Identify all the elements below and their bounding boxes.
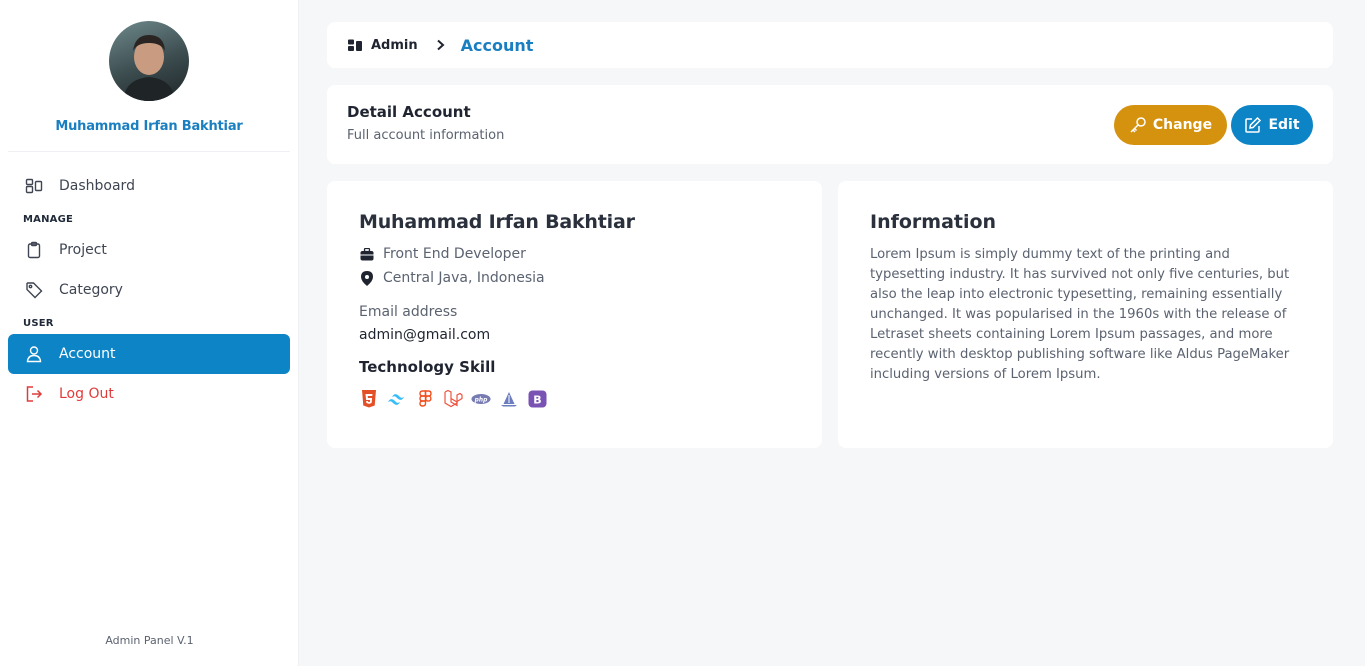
profile-location-text: Central Java, Indonesia — [383, 270, 545, 286]
profile-location: Central Java, Indonesia — [359, 270, 545, 286]
edit-button[interactable]: Edit — [1231, 105, 1313, 145]
profile-card: Muhammad Irfan Bakhtiar Front End Develo… — [327, 181, 822, 448]
page-title: Detail Account — [347, 103, 471, 121]
section-label-manage: MANAGE — [23, 214, 74, 225]
change-button-label: Change — [1152, 117, 1213, 133]
sidebar-item-project[interactable]: Project — [8, 230, 290, 270]
sidebar-item-label: Dashboard — [59, 178, 135, 194]
tech-skill-heading: Technology Skill — [359, 358, 496, 376]
briefcase-icon — [359, 246, 375, 262]
admin-grid-icon — [348, 39, 363, 52]
sidebar-item-label: Category — [59, 282, 123, 298]
sidebar-item-label: Account — [59, 346, 116, 362]
change-button[interactable]: Change — [1114, 105, 1227, 145]
figma-icon — [415, 389, 435, 409]
edit-icon — [1244, 116, 1262, 134]
avatar[interactable] — [109, 21, 189, 101]
information-title: Information — [870, 211, 997, 233]
svg-text:php: php — [474, 397, 488, 403]
breadcrumb-root[interactable]: Admin — [348, 38, 418, 53]
php-icon: php — [471, 389, 491, 409]
tech-skill-list: php B — [359, 389, 555, 409]
information-text: Lorem Ipsum is simply dummy text of the … — [870, 247, 1290, 382]
section-label-user: USER — [23, 318, 54, 329]
map-pin-icon — [359, 270, 375, 286]
laravel-icon — [443, 389, 463, 409]
detail-header: Detail Account Full account information … — [327, 85, 1333, 164]
user-icon — [23, 343, 45, 365]
sidebar-item-label: Log Out — [59, 386, 114, 402]
key-icon — [1129, 116, 1147, 134]
breadcrumb-admin: Admin — [371, 37, 418, 53]
html5-icon — [359, 389, 379, 409]
sidebar-divider — [8, 151, 290, 152]
email-value: admin@gmail.com — [359, 327, 491, 343]
tailwind-icon — [387, 389, 407, 409]
svg-text:B: B — [533, 393, 541, 406]
profile-role: Front End Developer — [359, 246, 526, 262]
profile-name: Muhammad Irfan Bakhtiar — [55, 119, 243, 134]
profile-role-text: Front End Developer — [383, 246, 526, 262]
clipboard-icon — [23, 239, 45, 261]
tag-icon — [23, 279, 45, 301]
edit-button-label: Edit — [1268, 117, 1300, 133]
breadcrumb-current[interactable]: Account — [461, 36, 534, 55]
sidebar-item-label: Project — [59, 242, 107, 258]
app-version: Admin Panel V.1 — [105, 634, 194, 647]
profile-card-name: Muhammad Irfan Bakhtiar — [359, 211, 635, 233]
chevron-right-icon — [436, 39, 445, 51]
sidebar-profile: Muhammad Irfan Bakhtiar — [0, 0, 298, 134]
breadcrumb: Admin Account — [327, 22, 1333, 68]
sidebar-item-dashboard[interactable]: Dashboard — [8, 166, 290, 206]
information-card: Information Lorem Ipsum is simply dummy … — [838, 181, 1333, 448]
bootstrap-icon: B — [527, 389, 547, 409]
avatar-portrait — [123, 35, 175, 101]
sidebar: Muhammad Irfan Bakhtiar Dashboard MANAGE — [0, 0, 299, 666]
alpine-icon — [499, 389, 519, 409]
sidebar-item-category[interactable]: Category — [8, 270, 290, 310]
sidebar-item-logout[interactable]: Log Out — [8, 374, 290, 414]
sidebar-nav: Dashboard MANAGE Project Category USER A… — [0, 166, 298, 414]
sidebar-item-account[interactable]: Account — [8, 334, 290, 374]
page-subtitle: Full account information — [347, 128, 505, 143]
dashboard-icon — [23, 175, 45, 197]
logout-icon — [23, 383, 45, 405]
email-label: Email address — [359, 304, 458, 320]
